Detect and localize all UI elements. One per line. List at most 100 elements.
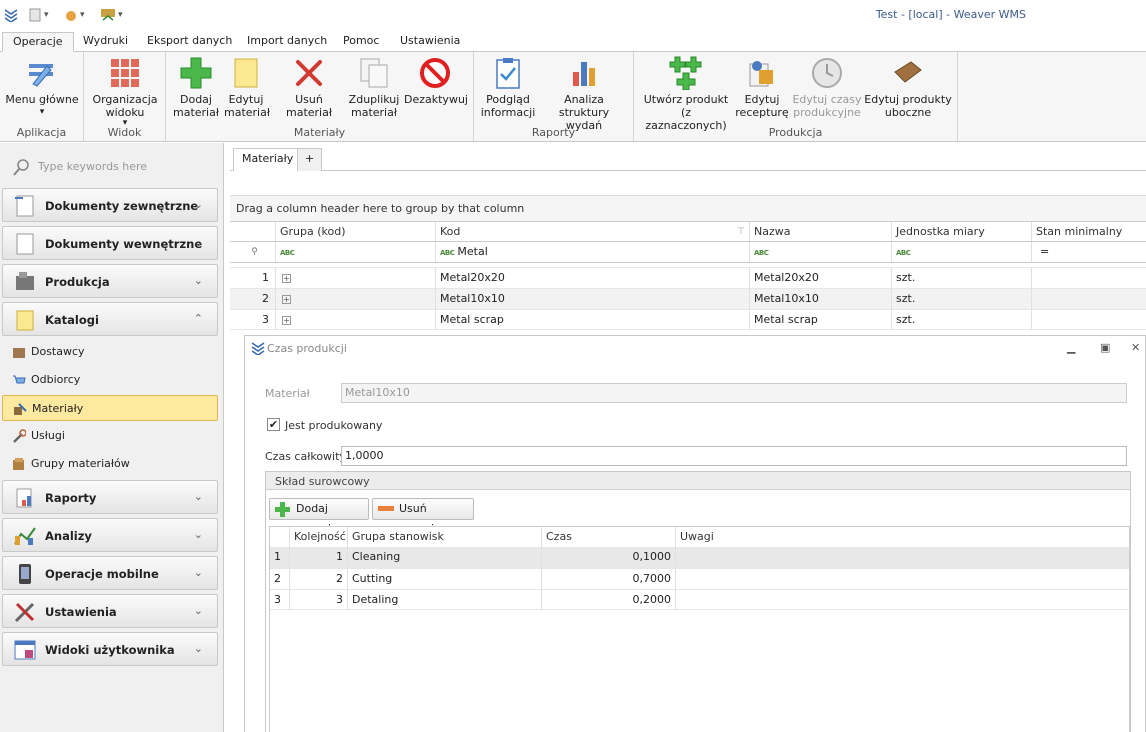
sidebar-item-materialy[interactable]: Materiały <box>2 395 218 421</box>
table-row[interactable]: 1 + Metal20x20 Metal20x20 szt. <box>230 267 1146 288</box>
tab-eksport-danych[interactable]: Eksport danych <box>137 32 242 52</box>
edytuj-recepture-button[interactable]: Edytuj recepturę <box>734 56 790 119</box>
group-aplikacja: Menu główne ▾ Aplikacja <box>0 52 84 142</box>
sidebar-search[interactable]: Type keywords here <box>8 155 216 179</box>
usun-material-button[interactable]: Usuń materiał <box>272 56 346 119</box>
tab-pomoc[interactable]: Pomoc <box>333 32 389 52</box>
column-header-nazwa[interactable]: Nazwa <box>750 222 892 242</box>
panel-menu-icon[interactable] <box>251 341 265 355</box>
tab-operacje[interactable]: Operacje <box>2 32 74 52</box>
table-row[interactable]: 1 1 Cleaning 0,1000 <box>270 547 1129 568</box>
filter-cell-grupa[interactable]: ABC <box>276 242 436 262</box>
usun-pozycje-button[interactable]: Usuń pozycję <box>372 498 474 535</box>
table-row[interactable]: 3 3 Detaling 0,2000 <box>270 589 1129 610</box>
cell-czas[interactable]: 0,2000 <box>542 590 676 610</box>
column-header-kod[interactable]: Kod ⊤ <box>436 222 750 242</box>
tab-ustawienia[interactable]: Ustawienia <box>390 32 470 52</box>
table-row[interactable]: 3 + Metal scrap Metal scrap szt. <box>230 309 1146 330</box>
column-header-jednostka[interactable]: Jednostka miary <box>892 222 1032 242</box>
nav-dokumenty-wewnetrzne[interactable]: Dokumenty wewnętrzne ⌄ <box>2 226 218 260</box>
close-icon[interactable]: ✕ <box>1131 341 1140 354</box>
utworz-produkt-button[interactable]: Utwórz produkt (z zaznaczonych) <box>642 56 730 132</box>
row-expand-button[interactable]: + <box>276 310 436 330</box>
sidebar-item-dostawcy[interactable]: Dostawcy <box>2 339 218 365</box>
nav-produkcja[interactable]: Produkcja ⌄ <box>2 264 218 298</box>
tab-materialy[interactable]: Materiały <box>233 148 303 171</box>
cell-kod[interactable]: Metal scrap <box>436 310 750 330</box>
sidebar-item-grupy-materialow[interactable]: Grupy materiałów <box>2 451 218 477</box>
dodaj-pozycje-button[interactable]: Dodaj pozycję <box>269 498 369 535</box>
menu-glowne-button[interactable]: Menu główne ▾ <box>4 56 80 119</box>
column-header-stan-minimalny[interactable]: Stan minimalny <box>1032 222 1146 242</box>
filter-cell-stan[interactable]: = <box>1032 242 1146 262</box>
cell-grupa-stanowisk[interactable]: Detaling <box>348 590 542 610</box>
czas-calkowity-field[interactable]: 1,0000 <box>341 446 1127 466</box>
cell-uwagi[interactable] <box>676 547 1129 567</box>
minimize-icon[interactable]: ▁ <box>1067 341 1075 354</box>
tab-wydruki[interactable]: Wydruki <box>73 32 138 52</box>
zduplikuj-material-button[interactable]: Zduplikuj materiał <box>348 56 400 119</box>
cell-nazwa[interactable]: Metal scrap <box>750 310 892 330</box>
analiza-struktury-button[interactable]: Analiza struktury wydań <box>540 56 628 132</box>
cell-jednostka[interactable]: szt. <box>892 310 1032 330</box>
nav-operacje-mobilne[interactable]: Operacje mobilne ⌄ <box>2 556 218 590</box>
organizacja-widoku-button[interactable]: Organizacja widoku ▾ <box>88 56 162 128</box>
cell-nazwa[interactable]: Metal10x10 <box>750 289 892 309</box>
filter-icon[interactable]: ⊤ <box>737 222 745 242</box>
cell-kolejnosc[interactable]: 1 <box>290 547 348 567</box>
cell-czas[interactable]: 0,7000 <box>542 569 676 589</box>
column-header-grupa-stanowisk[interactable]: Grupa stanowisk <box>348 527 542 547</box>
column-header-uwagi[interactable]: Uwagi <box>676 527 1129 547</box>
cell-kod[interactable]: Metal10x10 <box>436 289 750 309</box>
cell-jednostka[interactable]: szt. <box>892 268 1032 288</box>
nav-analizy[interactable]: Analizy ⌄ <box>2 518 218 552</box>
row-expand-button[interactable]: + <box>276 289 436 309</box>
table-row[interactable]: 2 + Metal10x10 Metal10x10 szt. <box>230 288 1146 309</box>
edytuj-material-button[interactable]: Edytuj materiał <box>224 56 270 119</box>
filter-cell-kod[interactable]: ABC Metal <box>436 242 750 262</box>
dezaktywuj-button[interactable]: Dezaktywuj <box>404 56 468 106</box>
cell-uwagi[interactable] <box>676 590 1129 610</box>
cell-kod[interactable]: Metal20x20 <box>436 268 750 288</box>
filter-cell-jednostka[interactable]: ABC <box>892 242 1032 262</box>
dodaj-material-button[interactable]: Dodaj materiał <box>172 56 220 119</box>
spellcheck-dropdown-icon[interactable]: ▾ <box>100 7 123 23</box>
nav-widoki-uzytkownika[interactable]: Widoki użytkownika ⌄ <box>2 632 218 666</box>
document-dropdown-icon[interactable]: ▾ <box>28 7 49 23</box>
cell-stan[interactable] <box>1032 289 1146 309</box>
table-row[interactable]: 2 2 Cutting 0,7000 <box>270 568 1129 589</box>
row-expand-button[interactable]: + <box>276 268 436 288</box>
nav-dokumenty-zewnetrzne[interactable]: Dokumenty zewnętrzne ⌄ <box>2 188 218 222</box>
material-field[interactable]: Metal10x10 <box>341 383 1127 403</box>
nav-katalogi[interactable]: Katalogi ⌃ <box>2 302 218 336</box>
app-menu-icon[interactable] <box>4 7 18 23</box>
tab-import-danych[interactable]: Import danych <box>237 32 337 52</box>
cell-kolejnosc[interactable]: 3 <box>290 590 348 610</box>
column-header-grupa[interactable]: Grupa (kod) <box>276 222 436 242</box>
cell-kolejnosc[interactable]: 2 <box>290 569 348 589</box>
nav-label: Dokumenty zewnętrzne <box>45 199 199 213</box>
edytuj-czasy-button[interactable]: Edytuj czasy produkcyjne <box>792 56 862 119</box>
filter-cell-nazwa[interactable]: ABC <box>750 242 892 262</box>
cell-czas[interactable]: 0,1000 <box>542 547 676 567</box>
cell-nazwa[interactable]: Metal20x20 <box>750 268 892 288</box>
cell-stan[interactable] <box>1032 310 1146 330</box>
podglad-informacji-button[interactable]: Podgląd informacji <box>480 56 536 119</box>
cell-grupa-stanowisk[interactable]: Cleaning <box>348 547 542 567</box>
cell-grupa-stanowisk[interactable]: Cutting <box>348 569 542 589</box>
edytuj-produkty-uboczne-button[interactable]: Edytuj produkty uboczne <box>864 56 952 119</box>
jest-produkowany-checkbox[interactable]: ✔ <box>267 418 280 431</box>
sidebar-item-odbiorcy[interactable]: Odbiorcy <box>2 367 218 393</box>
group-by-panel[interactable]: Drag a column header here to group by th… <box>230 195 1146 221</box>
restore-icon[interactable]: ▣ <box>1100 341 1110 354</box>
nav-ustawienia[interactable]: Ustawienia ⌄ <box>2 594 218 628</box>
cell-jednostka[interactable]: szt. <box>892 289 1032 309</box>
column-header-kolejnosc[interactable]: Kolejność <box>290 527 348 547</box>
hand-dropdown-icon[interactable]: ▾ <box>64 7 85 23</box>
cell-stan[interactable] <box>1032 268 1146 288</box>
add-tab-button[interactable]: + <box>297 148 323 171</box>
cell-uwagi[interactable] <box>676 569 1129 589</box>
column-header-czas[interactable]: Czas <box>542 527 676 547</box>
sidebar-item-uslugi[interactable]: Usługi <box>2 423 218 449</box>
nav-raporty[interactable]: Raporty ⌄ <box>2 480 218 514</box>
